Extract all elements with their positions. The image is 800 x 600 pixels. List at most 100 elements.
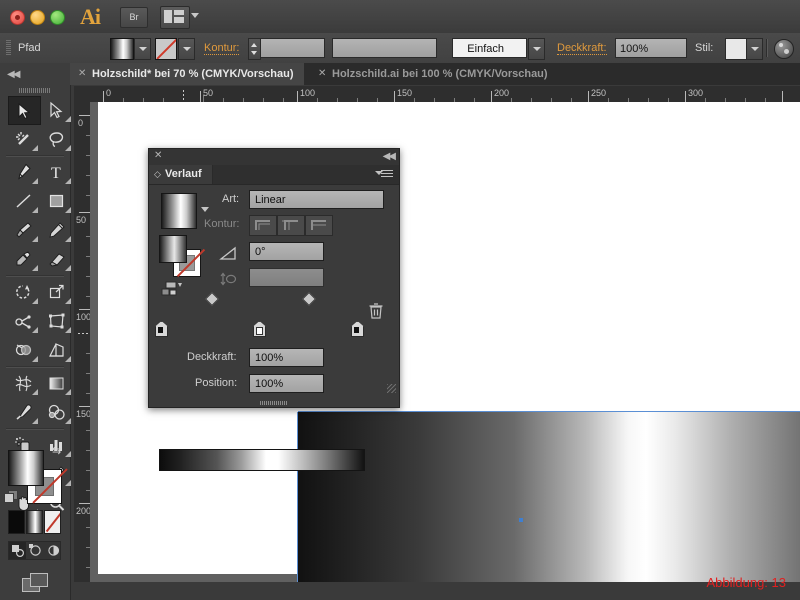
tool-flyout-corner[interactable] [65,207,71,213]
stroke-profile-combo[interactable] [332,38,437,58]
stroke-label[interactable]: Kontur: [204,42,240,55]
draw-inside-button[interactable] [45,542,62,559]
panel-bottom-grip[interactable] [260,401,288,405]
gradient-aspect-combo[interactable] [249,268,324,287]
paintbrush-tool[interactable] [8,216,41,245]
stroke-style-caret[interactable] [528,38,545,60]
opacity-label[interactable]: Deckkraft: [557,42,607,55]
fill-swatch[interactable] [110,38,134,60]
shape-builder-tool[interactable] [8,336,41,365]
tool-flyout-corner[interactable] [65,327,71,333]
center-point[interactable] [519,518,523,522]
gradient-midpoint-0[interactable] [204,291,220,307]
gradient-panel-tab[interactable]: ◇ Verlauf [149,165,213,184]
stroke-across-button[interactable] [305,215,333,236]
perspective-grid-tool[interactable] [41,336,74,365]
gradient-rectangle[interactable] [298,412,800,582]
tab-holzschild-active[interactable]: ✕ Holzschild* bei 70 % (CMYK/Vorschau) [70,63,304,85]
gradient-presets-caret[interactable] [201,207,209,212]
panel-collapse-strip[interactable]: ◀◀ [0,63,70,85]
gradient-tool[interactable] [41,369,74,398]
fill-dropdown-caret[interactable] [134,38,151,60]
close-panel-icon[interactable]: ✕ [154,150,162,161]
tool-flyout-corner[interactable] [32,178,38,184]
gradient-panel[interactable]: ✕ ◀◀ ◇ Verlauf Art: Linear Kontur: 0° De… [148,148,400,471]
fill-gradient-swatch[interactable] [8,450,44,486]
gradient-preview-swatch[interactable] [161,193,197,229]
tool-flyout-corner[interactable] [32,418,38,424]
graphic-style-swatch[interactable] [725,38,747,60]
tool-flyout-corner[interactable] [32,236,38,242]
free-transform-tool[interactable] [41,307,74,336]
stroke-dropdown-caret[interactable] [178,38,195,60]
collapse-panel-icon[interactable]: ◀◀ [383,151,396,162]
gradient-type-combo[interactable]: Linear [249,190,384,209]
tool-flyout-corner[interactable] [32,389,38,395]
rotate-tool[interactable] [8,278,41,307]
change-screen-mode-button[interactable] [22,573,48,593]
gradient-position-combo[interactable]: 100% [249,374,324,393]
rectangle-tool[interactable] [41,187,74,216]
tool-flyout-corner[interactable] [65,418,71,424]
none-mode-button[interactable] [44,510,61,534]
tools-panel-grip[interactable] [19,88,51,93]
ruler-corner[interactable] [74,86,91,103]
stroke-swatch[interactable] [155,38,177,60]
document-setup-icon[interactable] [774,39,794,59]
tool-flyout-corner[interactable] [65,116,71,122]
gradient-mode-button[interactable] [26,510,43,534]
close-button[interactable] [10,10,25,25]
reverse-gradient-icon[interactable] [161,281,183,297]
chevron-down-icon[interactable] [191,13,199,18]
gradient-angle-combo[interactable]: 0° [249,242,324,261]
tool-flyout-corner[interactable] [32,298,38,304]
tool-flyout-corner[interactable] [65,480,71,486]
draw-normal-button[interactable] [9,542,26,559]
stroke-weight-combo[interactable] [260,38,325,58]
stroke-within-button[interactable] [249,215,277,236]
gradient-stop-2[interactable] [351,321,364,337]
workspace-switcher-button[interactable] [160,6,190,29]
collapse-panel-icon[interactable]: ◀◀ [7,69,20,80]
tool-flyout-corner[interactable] [32,145,38,151]
gradient-stop-0[interactable] [155,321,168,337]
close-icon[interactable]: ✕ [78,63,86,85]
selection-tool[interactable] [8,96,41,125]
tool-flyout-corner[interactable] [65,451,71,457]
gradient-midpoint-1[interactable] [301,291,317,307]
tool-flyout-corner[interactable] [32,207,38,213]
blend-tool[interactable] [41,398,74,427]
blob-brush-tool[interactable] [8,245,41,274]
swap-fill-stroke-icon[interactable]: ⇆ [52,444,61,457]
gradient-opacity-combo[interactable]: 100% [249,348,324,367]
eraser-tool[interactable] [41,245,74,274]
gradient-fill-stroke-toggle[interactable] [159,235,206,278]
lasso-tool[interactable] [41,125,74,154]
tool-flyout-corner[interactable] [65,389,71,395]
scale-tool[interactable] [41,278,74,307]
panel-menu-icon[interactable] [375,170,393,179]
opacity-combo[interactable]: 100% [615,38,687,58]
pen-tool[interactable] [8,158,41,187]
horizontal-ruler[interactable]: 0 50 100 150 200 250 300 [90,86,800,103]
type-tool[interactable]: T [41,158,74,187]
tool-flyout-corner[interactable] [65,236,71,242]
direct-selection-tool[interactable] [41,96,74,125]
color-mode-button[interactable] [8,510,25,534]
tool-flyout-corner[interactable] [65,298,71,304]
pencil-tool[interactable] [41,216,74,245]
tool-flyout-corner[interactable] [32,327,38,333]
default-fill-stroke-icon[interactable] [4,490,18,503]
tool-flyout-corner[interactable] [32,356,38,362]
bridge-button[interactable]: Br [120,7,148,28]
draw-behind-button[interactable] [27,542,44,559]
graphic-style-caret[interactable] [746,38,763,60]
control-bar-grip[interactable] [6,40,11,56]
gradient-fill-swatch[interactable] [159,235,187,263]
stroke-style-combo[interactable]: Einfach [452,38,527,58]
tool-flyout-corner[interactable] [65,145,71,151]
tool-flyout-corner[interactable] [65,178,71,184]
mesh-tool[interactable] [8,369,41,398]
line-segment-tool[interactable] [8,187,41,216]
tab-holzschild-ai[interactable]: ✕ Holzschild.ai bei 100 % (CMYK/Vorschau… [310,63,555,85]
